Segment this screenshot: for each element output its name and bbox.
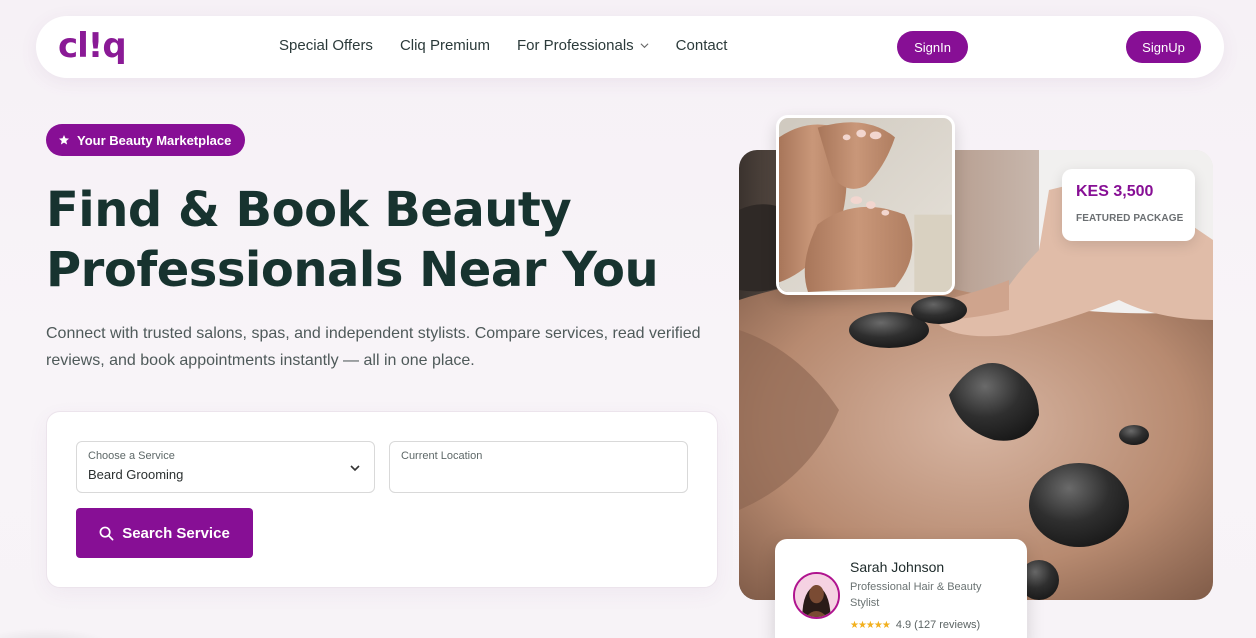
signin-button[interactable]: SignIn [897,31,968,63]
badge-label: Your Beauty Marketplace [77,132,232,148]
pedicure-thumbnail [776,115,955,295]
location-field: Current Location [389,441,688,493]
star-icon [59,135,69,145]
rating-text: 4.9 (127 reviews) [895,619,981,631]
chevron-down-icon [640,43,649,49]
nav-for-professionals[interactable]: For Professionals [517,37,649,54]
avatar [793,572,840,619]
cliq-logo[interactable]: cl!q [58,28,127,64]
search-service-label: Search Service [122,524,230,542]
service-select-value: Beard Grooming [88,467,184,482]
nav-special-offers-label: Special Offers [279,37,373,54]
professional-rating: ★★★★★ 4.9 (127 reviews) [850,619,980,631]
nav-contact[interactable]: Contact [676,37,728,54]
professional-title: Professional Hair & Beauty Stylist [850,581,982,609]
search-service-button[interactable]: Search Service [76,508,253,558]
service-select[interactable]: Choose a Service Beard Grooming [76,441,375,493]
professional-name: Sarah Johnson [850,559,945,575]
chevron-down-icon [350,465,360,472]
featured-package-card[interactable]: KES 3,500 FEATURED PACKAGE [1062,169,1195,241]
service-select-label: Choose a Service [88,450,175,462]
location-input[interactable] [401,466,671,486]
rating-stars-icon: ★★★★★ [850,619,891,631]
marketplace-badge: Your Beauty Marketplace [46,124,246,156]
search-icon [99,526,114,540]
signup-button[interactable]: SignUp [1126,31,1201,63]
professional-card[interactable]: Sarah Johnson Professional Hair & Beauty… [775,539,1027,638]
featured-price: KES 3,500 [1076,183,1154,200]
hero-title-line2: Professionals Near You [46,242,659,298]
nav-for-professionals-label: For Professionals [516,37,634,54]
nav-contact-label: Contact [675,37,728,54]
featured-label: FEATURED PACKAGE [1076,213,1184,224]
hero-title: Find & Book Beauty Professionals Near Yo… [46,180,686,300]
nav-special-offers[interactable]: Special Offers [279,37,373,54]
nav-cliq-premium[interactable]: Cliq Premium [400,37,490,54]
hero-title-line1: Find & Book Beauty [46,182,572,238]
corner-shadow [0,628,110,638]
main-nav: Special Offers Cliq Premium For Professi… [279,37,727,54]
hero-description: Connect with trusted salons, spas, and i… [46,325,701,369]
location-field-label: Current Location [401,450,483,462]
nav-cliq-premium-label: Cliq Premium [399,37,490,54]
navbar: cl!q Special Offers Cliq Premium For Pro… [36,16,1224,78]
search-card: Choose a Service Beard Grooming Current … [46,411,718,588]
